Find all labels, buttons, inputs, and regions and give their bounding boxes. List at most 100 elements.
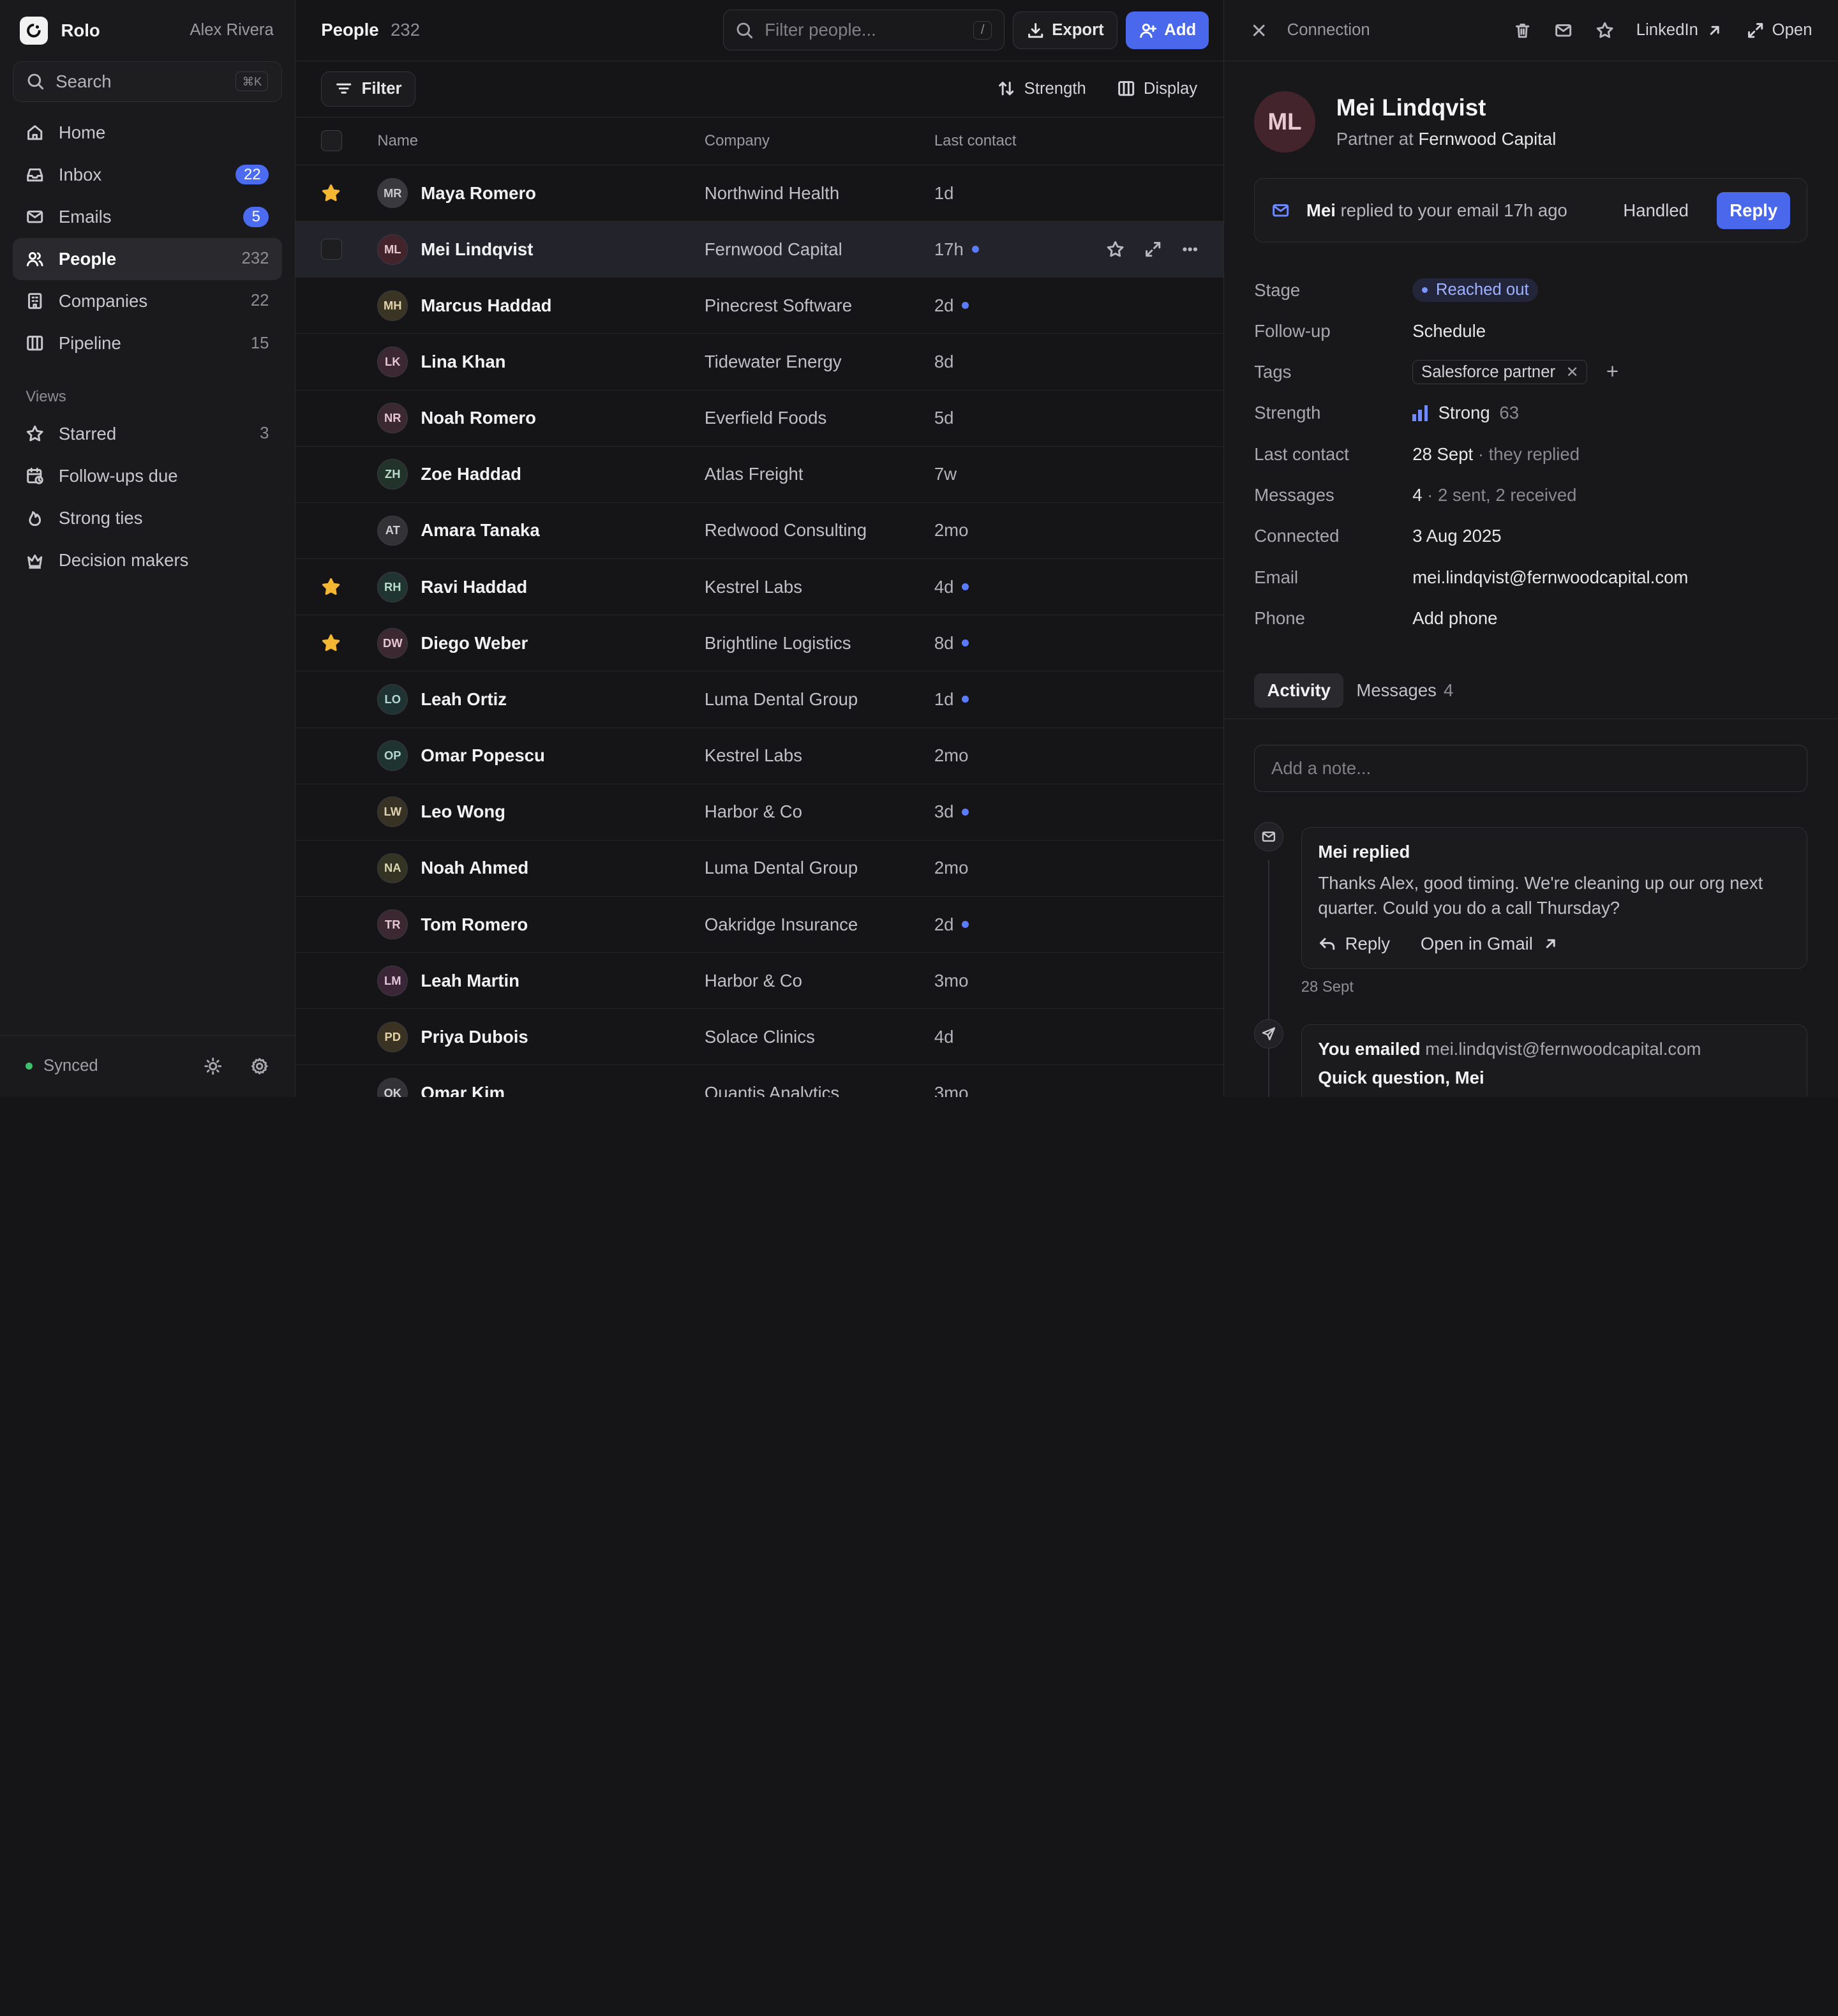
sidebar-view-strong-ties[interactable]: Strong ties (13, 497, 281, 539)
filter-button[interactable]: Filter (321, 71, 415, 107)
add-tag-icon[interactable]: + (1606, 360, 1618, 384)
table-row[interactable]: LW Leo Wong Harbor & Co 3d (295, 784, 1223, 840)
display-button[interactable]: Display (1117, 79, 1197, 98)
sidebar-item-emails[interactable]: Emails 5 (13, 196, 281, 238)
add-note-input[interactable]: Add a note... (1254, 745, 1808, 792)
remove-tag-icon[interactable]: ✕ (1566, 363, 1579, 382)
company-name[interactable]: Kestrel Labs (705, 577, 802, 597)
table-row[interactable]: OP Omar Popescu Kestrel Labs 2mo (295, 728, 1223, 784)
table-row[interactable]: DW Diego Weber Brightline Logistics 8d (295, 615, 1223, 672)
table-row[interactable]: NR Noah Romero Everfield Foods 5d (295, 391, 1223, 447)
starred-icon[interactable] (321, 633, 341, 653)
column-header-company[interactable]: Company (705, 132, 770, 150)
table-row[interactable]: TR Tom Romero Oakridge Insurance 2d (295, 897, 1223, 953)
more-icon[interactable] (1181, 240, 1199, 258)
table-row[interactable]: NA Noah Ahmed Luma Dental Group 2mo (295, 840, 1223, 897)
sidebar-item-inbox[interactable]: Inbox 22 (13, 154, 281, 196)
company-name[interactable]: Northwind Health (705, 183, 839, 204)
company-name[interactable]: Brightline Logistics (705, 633, 851, 653)
add-phone[interactable]: Add phone (1412, 608, 1497, 629)
person-name[interactable]: Tom Romero (421, 915, 528, 935)
table-row[interactable]: RH Ravi Haddad Kestrel Labs 4d (295, 559, 1223, 616)
star-icon[interactable] (1106, 240, 1124, 258)
person-name[interactable]: Omar Popescu (421, 745, 544, 766)
handled-button[interactable]: Handled (1623, 200, 1689, 221)
person-name[interactable]: Noah Ahmed (421, 858, 528, 878)
close-icon[interactable] (1250, 21, 1268, 40)
sidebar-view-decision-makers[interactable]: Decision makers (13, 539, 281, 581)
sidebar-item-people[interactable]: People 232 (13, 237, 282, 280)
person-name[interactable]: Leo Wong (421, 802, 505, 822)
company-name[interactable]: Kestrel Labs (705, 745, 802, 766)
company-name[interactable]: Fernwood Capital (705, 239, 842, 260)
sidebar-item-companies[interactable]: Companies 22 (13, 280, 281, 322)
select-all-checkbox[interactable] (321, 130, 343, 152)
star-icon[interactable] (1595, 21, 1614, 40)
sidebar-search[interactable]: Search ⌘K (13, 61, 282, 102)
table-row[interactable]: MR Maya Romero Northwind Health 1d (295, 165, 1223, 222)
person-name[interactable]: Zoe Haddad (421, 464, 521, 484)
tag-chip[interactable]: Salesforce partner ✕ (1412, 359, 1588, 385)
stage-pill[interactable]: Reached out (1412, 278, 1539, 302)
sidebar-item-pipeline[interactable]: Pipeline 15 (13, 322, 281, 364)
table-row[interactable]: LO Leah Ortiz Luma Dental Group 1d (295, 671, 1223, 728)
column-header-name[interactable]: Name (377, 132, 418, 150)
company-name[interactable]: Solace Clinics (705, 1027, 815, 1047)
add-person-button[interactable]: Add (1125, 11, 1209, 49)
table-row[interactable]: MH Marcus Haddad Pinecrest Software 2d (295, 278, 1223, 334)
person-name[interactable]: Noah Romero (421, 408, 536, 428)
company-name[interactable]: Everfield Foods (705, 408, 826, 428)
person-name[interactable]: Diego Weber (421, 633, 528, 653)
company-name[interactable]: Atlas Freight (705, 464, 803, 484)
table-row[interactable]: AT Amara Tanaka Redwood Consulting 2mo (295, 503, 1223, 560)
starred-icon[interactable] (321, 577, 341, 597)
tab-activity[interactable]: Activity (1254, 673, 1344, 708)
person-name[interactable]: Maya Romero (421, 183, 536, 204)
table-row[interactable]: LK Lina Khan Tidewater Energy 8d (295, 334, 1223, 391)
table-row[interactable]: ZH Zoe Haddad Atlas Freight 7w (295, 447, 1223, 503)
sidebar-view-starred[interactable]: Starred 3 (13, 413, 281, 455)
card-reply-button[interactable]: Reply (1318, 934, 1390, 954)
export-button[interactable]: Export (1012, 11, 1117, 49)
sun-icon[interactable] (204, 1057, 222, 1075)
email-value[interactable]: mei.lindqvist@fernwoodcapital.com (1412, 567, 1688, 588)
user-name[interactable]: Alex Rivera (190, 21, 273, 40)
table-row[interactable]: LM Leah Martin Harbor & Co 3mo (295, 953, 1223, 1010)
row-checkbox[interactable] (321, 239, 343, 260)
person-name[interactable]: Mei Lindqvist (421, 239, 533, 260)
sidebar-item-home[interactable]: Home (13, 111, 281, 153)
mail-icon[interactable] (1554, 21, 1573, 40)
gear-icon[interactable] (250, 1057, 269, 1075)
person-name[interactable]: Marcus Haddad (421, 295, 551, 316)
sidebar-view-follow-ups[interactable]: Follow-ups due (13, 455, 281, 497)
trash-icon[interactable] (1513, 21, 1532, 40)
role-company[interactable]: Fernwood Capital (1418, 129, 1556, 149)
expand-icon[interactable] (1144, 240, 1162, 258)
company-name[interactable]: Quantis Analytics (705, 1083, 839, 1097)
person-name[interactable]: Omar Kim (421, 1083, 505, 1097)
open-full-button[interactable]: Open (1746, 21, 1812, 40)
company-name[interactable]: Harbor & Co (705, 802, 802, 822)
table-row[interactable]: OK Omar Kim Quantis Analytics 3mo (295, 1065, 1223, 1098)
person-name[interactable]: Ravi Haddad (421, 577, 527, 597)
person-name[interactable]: Leah Martin (421, 971, 519, 991)
company-name[interactable]: Tidewater Energy (705, 352, 842, 372)
tab-messages[interactable]: Messages 4 (1343, 673, 1466, 708)
company-name[interactable]: Pinecrest Software (705, 295, 852, 316)
app-logo-icon[interactable] (20, 16, 49, 45)
company-name[interactable]: Luma Dental Group (705, 858, 858, 878)
company-name[interactable]: Oakridge Insurance (705, 915, 858, 935)
open-in-gmail-link[interactable]: Open in Gmail (1421, 934, 1560, 954)
column-header-last-contact[interactable]: Last contact (934, 132, 1017, 150)
company-name[interactable]: Harbor & Co (705, 971, 802, 991)
person-name[interactable]: Priya Dubois (421, 1027, 528, 1047)
table-row[interactable]: ML Mei Lindqvist Fernwood Capital 17h (295, 221, 1223, 278)
company-name[interactable]: Luma Dental Group (705, 689, 858, 710)
person-name[interactable]: Leah Ortiz (421, 689, 507, 710)
starred-icon[interactable] (321, 183, 341, 203)
sort-strength-button[interactable]: Strength (997, 79, 1086, 98)
table-row[interactable]: PD Priya Dubois Solace Clinics 4d (295, 1009, 1223, 1066)
person-name[interactable]: Lina Khan (421, 352, 505, 372)
filter-people-input[interactable]: Filter people... / (723, 10, 1005, 51)
schedule-follow-up[interactable]: Schedule (1412, 321, 1486, 341)
